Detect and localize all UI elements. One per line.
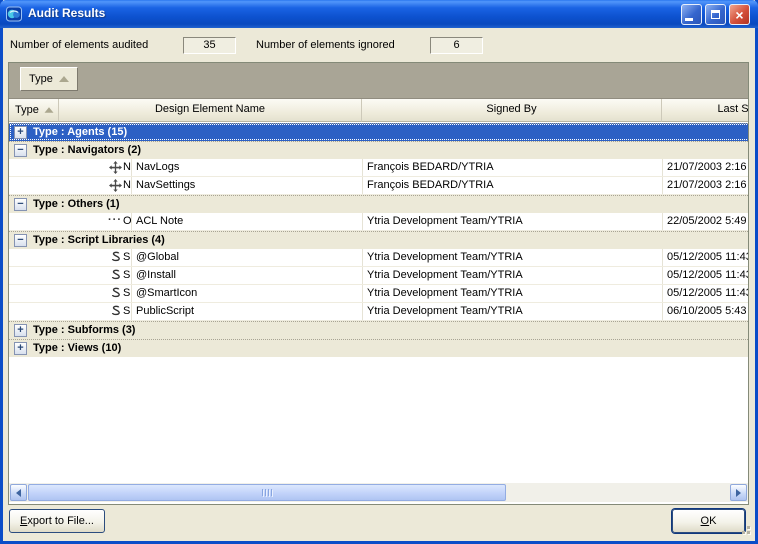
last-signed-cell: 05/12/2005 11:43 — [662, 285, 749, 302]
sort-asc-icon — [44, 107, 53, 112]
scroll-right-button[interactable] — [730, 484, 747, 501]
design-element-name: NavSettings — [131, 177, 362, 194]
groupby-type-button[interactable]: Type — [20, 67, 78, 91]
table-row[interactable]: S @SmartIcon Ytria Development Team/YTRI… — [9, 285, 749, 303]
titlebar[interactable]: Audit Results × — [0, 0, 758, 28]
script-icon — [108, 287, 122, 301]
others-icon: ··· — [108, 213, 122, 227]
export-label: xport to File... — [27, 515, 94, 527]
group-label: Type : Others (1) — [33, 196, 120, 213]
ignored-label: Number of elements ignored — [256, 39, 395, 53]
maximize-button[interactable] — [705, 4, 726, 25]
ignored-value-field: 6 — [430, 37, 483, 54]
last-signed-cell: 05/12/2005 11:43 — [662, 267, 749, 284]
minimize-icon — [685, 18, 693, 21]
group-label: Type : Script Libraries (4) — [33, 232, 165, 249]
column-header-type-label: Type — [15, 100, 39, 121]
group-row-subforms[interactable]: + Type : Subforms (3) — [9, 321, 749, 339]
signed-by-cell: François BEDARD/YTRIA — [362, 159, 662, 176]
table-row[interactable]: S PublicScript Ytria Development Team/YT… — [9, 303, 749, 321]
ok-label: K — [709, 515, 716, 527]
script-icon — [108, 269, 122, 283]
resize-grip-icon[interactable] — [747, 531, 750, 534]
maximize-icon — [711, 10, 720, 19]
signed-by-cell: Ytria Development Team/YTRIA — [362, 213, 662, 230]
sort-asc-icon — [59, 76, 69, 82]
design-element-name: @SmartIcon — [131, 285, 362, 302]
signed-by-cell: Ytria Development Team/YTRIA — [362, 285, 662, 302]
ok-mnemonic: O — [701, 515, 710, 527]
design-element-name: ACL Note — [131, 213, 362, 230]
design-element-name: @Global — [131, 249, 362, 266]
column-header-design-element-name[interactable]: Design Element Name — [59, 99, 362, 122]
navigator-icon — [108, 161, 122, 175]
column-header-signed-by[interactable]: Signed By — [362, 99, 662, 122]
table-row[interactable]: S @Global Ytria Development Team/YTRIA 0… — [9, 249, 749, 267]
table-row[interactable]: ··· O ACL Note Ytria Development Team/YT… — [9, 213, 749, 231]
table-row[interactable]: N NavSettings François BEDARD/YTRIA 21/0… — [9, 177, 749, 195]
groupby-band[interactable]: Type — [9, 63, 748, 99]
minimize-button[interactable] — [681, 4, 702, 25]
navigator-icon — [108, 179, 122, 193]
export-to-file-button[interactable]: Export to File... — [9, 509, 105, 533]
signed-by-cell: Ytria Development Team/YTRIA — [362, 249, 662, 266]
group-row-views[interactable]: + Type : Views (10) — [9, 339, 749, 357]
resize-grip-icon — [747, 526, 750, 529]
last-signed-cell: 05/12/2005 11:43 — [662, 249, 749, 266]
scroll-left-icon — [16, 489, 21, 497]
group-label: Type : Navigators (2) — [33, 142, 141, 159]
audited-value-field: 35 — [183, 37, 236, 54]
script-icon — [108, 305, 122, 319]
design-element-name: @Install — [131, 267, 362, 284]
group-row-script-libraries[interactable]: − Type : Script Libraries (4) — [9, 231, 749, 249]
scroll-left-button[interactable] — [10, 484, 27, 501]
scrollbar-thumb[interactable] — [28, 484, 506, 501]
expander-glyph: − — [17, 198, 23, 210]
collapse-icon[interactable]: − — [14, 234, 27, 247]
table-row[interactable]: S @Install Ytria Development Team/YTRIA … — [9, 267, 749, 285]
expand-icon[interactable]: + — [14, 324, 27, 337]
group-label: Type : Subforms (3) — [33, 322, 135, 339]
group-row-navigators[interactable]: − Type : Navigators (2) — [9, 141, 749, 159]
horizontal-scrollbar[interactable] — [9, 483, 748, 502]
scroll-right-icon — [736, 489, 741, 497]
close-button[interactable]: × — [729, 4, 750, 25]
design-element-name: NavLogs — [131, 159, 362, 176]
column-header-last-signed[interactable]: Last Signed — [662, 99, 749, 122]
scrollbar-grip-icon — [261, 489, 273, 496]
column-header-type[interactable]: Type — [9, 99, 59, 122]
ok-button[interactable]: OK — [672, 509, 745, 533]
group-row-agents[interactable]: + Type : Agents (15) — [9, 123, 749, 141]
group-row-others[interactable]: − Type : Others (1) — [9, 195, 749, 213]
app-icon — [6, 6, 22, 22]
close-icon: × — [735, 8, 743, 22]
group-label: Type : Agents (15) — [33, 124, 127, 141]
resize-grip-icon — [742, 531, 745, 534]
expander-glyph: + — [17, 324, 23, 336]
signed-by-cell: Ytria Development Team/YTRIA — [362, 267, 662, 284]
design-element-name: PublicScript — [131, 303, 362, 320]
expander-glyph: + — [17, 126, 23, 138]
last-signed-cell: 22/05/2002 5:49 — [662, 213, 749, 230]
audit-results-grid: Type Type Design Element Name Signed By … — [8, 62, 749, 505]
signed-by-cell: Ytria Development Team/YTRIA — [362, 303, 662, 320]
collapse-icon[interactable]: − — [14, 198, 27, 211]
last-signed-cell: 06/10/2005 5:43 — [662, 303, 749, 320]
signed-by-cell: François BEDARD/YTRIA — [362, 177, 662, 194]
audited-label: Number of elements audited — [10, 39, 148, 53]
expand-icon[interactable]: + — [14, 342, 27, 355]
table-row[interactable]: N NavLogs François BEDARD/YTRIA 21/07/20… — [9, 159, 749, 177]
last-signed-cell: 21/07/2003 2:16 — [662, 177, 749, 194]
expand-icon[interactable]: + — [14, 126, 27, 139]
collapse-icon[interactable]: − — [14, 144, 27, 157]
audit-results-window: Audit Results × Number of elements audit… — [0, 0, 758, 544]
expander-glyph: − — [17, 234, 23, 246]
group-label: Type : Views (10) — [33, 340, 121, 357]
groupby-field-label: Type — [29, 73, 53, 85]
expander-glyph: − — [17, 144, 23, 156]
window-title: Audit Results — [28, 0, 105, 28]
expander-glyph: + — [17, 342, 23, 354]
last-signed-cell: 21/07/2003 2:16 — [662, 159, 749, 176]
script-icon — [108, 251, 122, 265]
